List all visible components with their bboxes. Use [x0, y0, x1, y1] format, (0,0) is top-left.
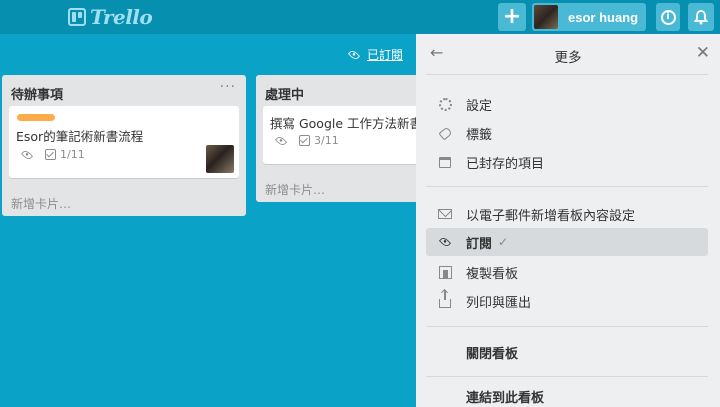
list-title[interactable]: 待辦事項 [11, 84, 63, 103]
trello-board-icon [68, 8, 86, 26]
info-icon: i [660, 9, 676, 25]
add-card-link[interactable]: 新增卡片… [265, 181, 325, 198]
menu-item-email-settings[interactable]: 以電子郵件新增看板內容設定 [426, 200, 708, 228]
eye-icon [436, 233, 454, 251]
eye-icon [347, 48, 361, 61]
menu-item-label: 訂閱 [466, 236, 493, 252]
checklist-icon [45, 149, 56, 160]
check-icon: ✓ [498, 235, 509, 249]
menu-item-subscribe[interactable]: 訂閱 ✓ [426, 228, 708, 256]
bell-icon [694, 9, 708, 24]
gear-icon [436, 95, 454, 113]
avatar [534, 5, 558, 29]
watch-icon [20, 148, 34, 161]
menu-item-settings[interactable]: 設定 [426, 90, 708, 118]
info-button[interactable]: i [656, 3, 680, 31]
card[interactable]: 撰寫 Google 工作方法新書 3/11 [263, 106, 433, 164]
add-card-link[interactable]: 新增卡片… [11, 195, 71, 212]
panel-header: ← 更多 ✕ [416, 34, 720, 74]
tag-icon [436, 124, 454, 142]
top-header: Trello + esor huang i [0, 0, 720, 34]
menu-item-label: 設定 [466, 98, 493, 114]
divider [426, 326, 708, 327]
card[interactable]: Esor的筆記術新書流程 1/11 [9, 106, 239, 178]
user-menu-button[interactable]: esor huang [532, 3, 646, 31]
menu-item-label: 標籤 [466, 127, 493, 143]
add-button[interactable]: + [498, 3, 526, 31]
list-todo: 待辦事項 ··· Esor的筆記術新書流程 1/11 新增卡片… [2, 75, 246, 216]
checklist-icon [299, 135, 310, 146]
menu-item-copy-board[interactable]: 複製看板 [426, 258, 708, 286]
list-title[interactable]: 處理中 [265, 84, 304, 103]
card-badges: 3/11 [274, 134, 339, 147]
more-menu-panel: ← 更多 ✕ 設定 標籤 已封存的項目 以電子郵件新增看板內容設定 訂閱 ✓ 複… [416, 34, 720, 407]
menu-item-link-board[interactable]: 連結到此看板 [426, 382, 708, 407]
plus-icon: + [502, 4, 522, 29]
menu-item-labels[interactable]: 標籤 [426, 119, 708, 147]
close-icon[interactable]: ✕ [696, 43, 710, 63]
copy-icon [436, 263, 454, 281]
user-name: esor huang [568, 9, 639, 25]
notifications-button[interactable] [688, 3, 714, 31]
watch-icon [274, 134, 288, 147]
menu-item-label: 關閉看板 [466, 346, 519, 362]
checklist-count: 3/11 [314, 134, 339, 147]
checklist-count: 1/11 [60, 148, 85, 161]
archive-icon [436, 153, 454, 171]
card-title: Esor的筆記術新書流程 [16, 129, 144, 144]
board-subscribed-link[interactable]: 已訂閱 [347, 46, 404, 63]
list-in-progress: 處理中 撰寫 Google 工作方法新書 3/11 新增卡片… [256, 75, 433, 202]
trello-logo[interactable]: Trello [68, 5, 153, 29]
panel-title: 更多 [554, 50, 582, 66]
menu-item-label: 複製看板 [466, 266, 519, 282]
menu-item-label: 已封存的項目 [466, 156, 545, 172]
subscribed-label: 已訂閱 [367, 48, 404, 62]
logo-text: Trello [90, 5, 153, 29]
list-menu-icon[interactable]: ··· [220, 79, 236, 95]
menu-item-label: 連結到此看板 [466, 390, 545, 406]
menu-item-archived[interactable]: 已封存的項目 [426, 148, 708, 176]
divider [426, 74, 708, 75]
info-glyph: i [666, 11, 670, 22]
divider [426, 186, 708, 187]
menu-item-print-export[interactable]: 列印與匯出 [426, 287, 708, 315]
mail-icon [436, 205, 454, 223]
card-label-orange [17, 114, 55, 121]
menu-item-close-board[interactable]: 關閉看板 [426, 338, 708, 366]
card-title: 撰寫 Google 工作方法新書 [270, 116, 423, 131]
menu-item-label: 列印與匯出 [466, 295, 532, 311]
divider [426, 376, 708, 377]
menu-item-label: 以電子郵件新增看板內容設定 [466, 208, 636, 224]
card-badges: 1/11 [20, 148, 85, 161]
share-icon [436, 290, 454, 310]
member-avatar[interactable] [206, 145, 234, 173]
